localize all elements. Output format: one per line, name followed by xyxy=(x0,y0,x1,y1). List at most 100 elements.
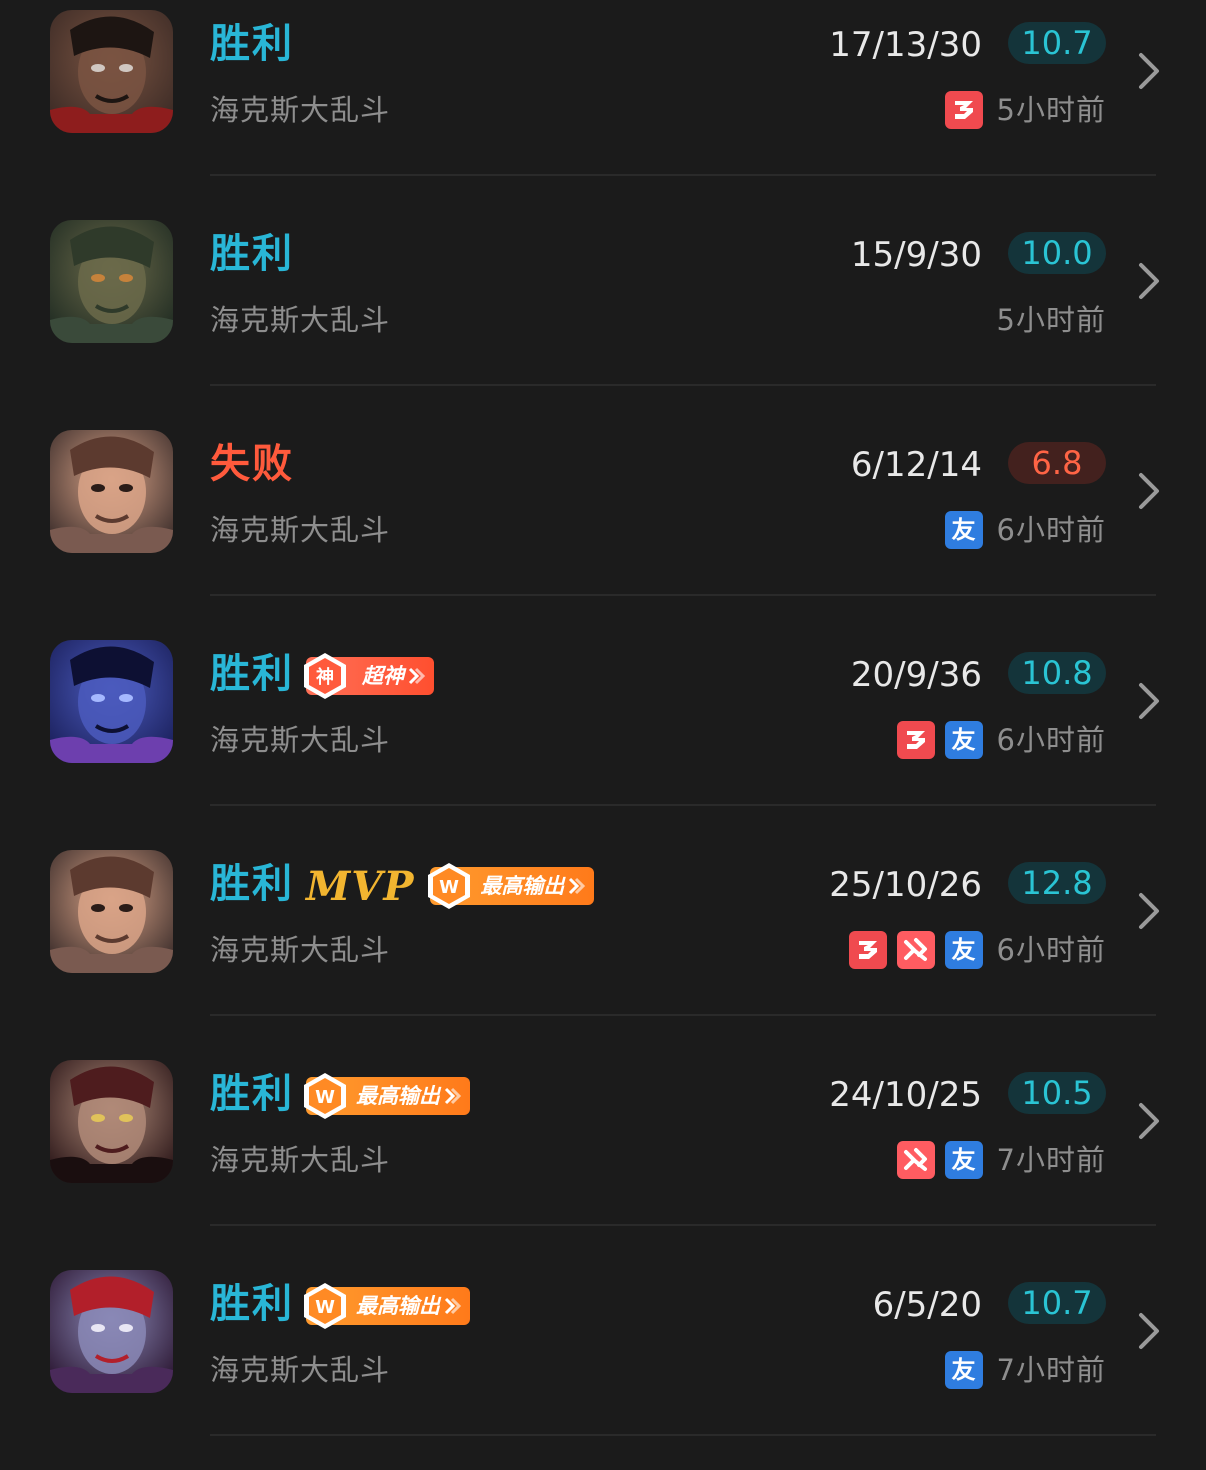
match-score-badge: 6.8 xyxy=(1008,442,1106,484)
game-mode: 海克斯大乱斗 xyxy=(210,723,391,757)
achievement-badges: MVP W 最高输出 xyxy=(306,860,595,912)
achievement-badges: W 最高输出 xyxy=(304,1280,470,1332)
double-chevron-icon xyxy=(442,1085,464,1107)
chevron-right-icon[interactable] xyxy=(1136,50,1162,92)
kda-stats: 6/5/20 xyxy=(872,1285,982,1325)
hero-smirking-man-avatar xyxy=(50,430,173,553)
achievement-badges: W 最高输出 xyxy=(304,1070,470,1122)
hero-bearded-warrior-avatar xyxy=(50,220,173,343)
match-result: 胜利 xyxy=(210,651,294,697)
top-damage-badge: W 最高输出 xyxy=(304,1073,470,1119)
friend-tag: 友 xyxy=(944,1141,983,1179)
game-mode: 海克斯大乱斗 xyxy=(210,513,391,547)
game-mode: 海克斯大乱斗 xyxy=(210,93,391,127)
god-hex-icon: 神 xyxy=(300,651,350,701)
double-chevron-icon xyxy=(566,875,588,897)
hero-smirking-man-avatar xyxy=(50,850,173,973)
kda-stats: 15/9/30 xyxy=(850,235,982,275)
match-time: 5小时前 xyxy=(996,303,1106,337)
game-mode: 海克斯大乱斗 xyxy=(210,933,391,967)
game-mode: 海克斯大乱斗 xyxy=(210,303,391,337)
row-divider xyxy=(210,594,1156,596)
chevron-right-icon[interactable] xyxy=(1136,1100,1162,1142)
row-divider xyxy=(210,1434,1156,1436)
badge-label: 最高输出 xyxy=(356,1294,440,1318)
match-row[interactable]: 失败海克斯大乱斗 6/12/14 6.8 友 6小时前 xyxy=(0,420,1206,630)
match-meta: 友 7小时前 xyxy=(944,1348,1106,1392)
match-score-badge: 10.7 xyxy=(1008,1282,1106,1324)
match-meta: 5小时前 xyxy=(944,88,1106,132)
quadra-kill-icon xyxy=(896,931,935,969)
match-row[interactable]: 胜利海克斯大乱斗 W 最高输出 24/10/25 10.5 友 7小时前 xyxy=(0,1050,1206,1260)
top-damage-badge: W 最高输出 xyxy=(428,863,595,909)
match-meta: 5小时前 xyxy=(993,298,1106,342)
kda-stats: 17/13/30 xyxy=(829,25,982,65)
svg-text:神: 神 xyxy=(316,666,334,688)
match-row[interactable]: 胜利海克斯大乱斗 15/9/30 10.0 5小时前 xyxy=(0,210,1206,420)
friend-tag: 友 xyxy=(944,931,983,969)
kda-stats: 25/10/26 xyxy=(829,865,982,905)
match-meta: 友 6小时前 xyxy=(896,718,1106,762)
row-divider xyxy=(210,174,1156,176)
match-score-badge: 10.7 xyxy=(1008,22,1106,64)
match-meta: 友 6小时前 xyxy=(944,508,1106,552)
match-score-badge: 10.0 xyxy=(1008,232,1106,274)
row-divider xyxy=(210,804,1156,806)
badge-label: 最高输出 xyxy=(356,1084,440,1108)
match-score-badge: 10.5 xyxy=(1008,1072,1106,1114)
svg-text:W: W xyxy=(439,877,459,898)
chevron-right-icon[interactable] xyxy=(1136,680,1162,722)
double-chevron-icon xyxy=(442,1295,464,1317)
hero-dark-queen-avatar xyxy=(50,1060,173,1183)
damage-hex-icon: W xyxy=(300,1071,350,1121)
match-meta: 友 7小时前 xyxy=(896,1138,1106,1182)
damage-hex-icon: W xyxy=(300,1281,350,1331)
game-mode: 海克斯大乱斗 xyxy=(210,1353,391,1387)
triple-kill-icon xyxy=(944,91,983,129)
row-divider xyxy=(210,1224,1156,1226)
match-row[interactable]: 胜利海克斯大乱斗 17/13/30 10.7 5小时前 xyxy=(0,0,1206,210)
match-row[interactable]: 胜利海克斯大乱斗 W 最高输出 6/5/20 10.7 友 7小时前 xyxy=(0,1260,1206,1470)
match-score-badge: 12.8 xyxy=(1008,862,1106,904)
match-row[interactable]: 胜利海克斯大乱斗 MVP W 最高输出 25/10/26 12.8 友 6小时前 xyxy=(0,840,1206,1050)
match-result: 胜利 xyxy=(210,21,294,67)
match-time: 6小时前 xyxy=(996,933,1106,967)
match-row[interactable]: 胜利海克斯大乱斗 神 超神 20/9/36 10.8 友 6小时前 xyxy=(0,630,1206,840)
badge-label: 超神 xyxy=(362,664,404,688)
row-divider xyxy=(210,384,1156,386)
match-meta: 友 6小时前 xyxy=(848,928,1106,972)
match-score-badge: 10.8 xyxy=(1008,652,1106,694)
damage-hex-icon: W xyxy=(424,861,474,911)
friend-tag: 友 xyxy=(944,1351,983,1389)
quadra-kill-icon xyxy=(896,1141,935,1179)
hero-dark-skinned-avatar xyxy=(50,10,173,133)
kda-stats: 6/12/14 xyxy=(850,445,982,485)
match-result: 胜利 xyxy=(210,231,294,277)
svg-text:W: W xyxy=(315,1297,335,1318)
chevron-right-icon[interactable] xyxy=(1136,260,1162,302)
match-time: 5小时前 xyxy=(996,93,1106,127)
top-damage-badge: W 最高输出 xyxy=(304,1283,470,1329)
triple-kill-icon xyxy=(848,931,887,969)
game-mode: 海克斯大乱斗 xyxy=(210,1143,391,1177)
row-divider xyxy=(210,1014,1156,1016)
kda-stats: 24/10/25 xyxy=(829,1075,982,1115)
super-god-badge: 神 超神 xyxy=(304,653,434,699)
double-chevron-icon xyxy=(406,665,428,687)
friend-tag: 友 xyxy=(944,511,983,549)
friend-tag: 友 xyxy=(944,721,983,759)
kda-stats: 20/9/36 xyxy=(850,655,982,695)
match-time: 6小时前 xyxy=(996,723,1106,757)
match-result: 胜利 xyxy=(210,861,294,907)
svg-text:W: W xyxy=(315,1087,335,1108)
chevron-right-icon[interactable] xyxy=(1136,1310,1162,1352)
hero-cosmic-dragon-avatar xyxy=(50,640,173,763)
match-result: 胜利 xyxy=(210,1071,294,1117)
match-result: 胜利 xyxy=(210,1281,294,1327)
chevron-right-icon[interactable] xyxy=(1136,890,1162,932)
chevron-right-icon[interactable] xyxy=(1136,470,1162,512)
match-time: 6小时前 xyxy=(996,513,1106,547)
match-time: 7小时前 xyxy=(996,1353,1106,1387)
achievement-badges: 神 超神 xyxy=(304,650,434,702)
match-result: 失败 xyxy=(210,441,294,487)
